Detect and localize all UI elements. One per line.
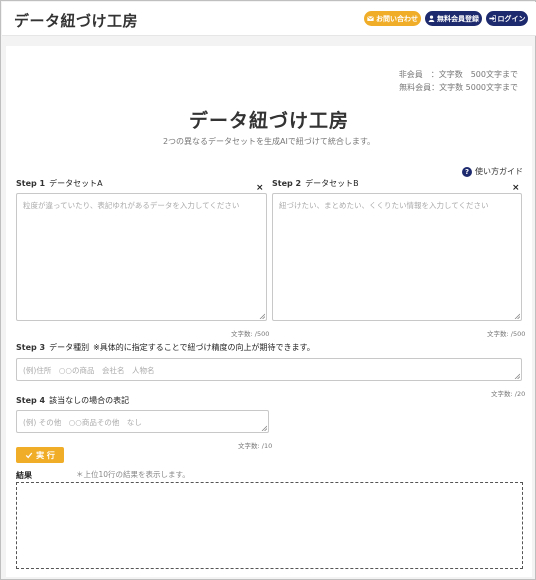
page-frame: データ紐づけ工房 お問い合わせ 無料会員登録 ログイン 非会員 ：文字数 500… — [0, 0, 536, 580]
resize-handle-icon[interactable] — [514, 373, 520, 379]
dataset-a-char-count: 文字数: /500 — [231, 330, 270, 338]
resize-handle-icon[interactable] — [261, 425, 267, 431]
step1-label: データセットA — [49, 179, 103, 188]
dataset-a-textarea[interactable]: 粒度が違っていたり、表記ゆれがあるデータを入力してください — [16, 193, 267, 321]
register-label: 無料会員登録 — [437, 14, 479, 23]
page-subtitle: 2つの異なるデータセットを生成AIで紐づけて統合します。 — [162, 137, 376, 146]
limit-free-member: 無料会員：文字数 5000文字まで — [399, 83, 518, 92]
dataset-b-placeholder: 紐づけたい、まとめたい、くくりたい情報を入力してください — [279, 201, 489, 210]
step2-number: Step 2 — [272, 179, 302, 188]
no-match-label-input[interactable]: (例) その他 ○○商品その他 なし — [16, 410, 269, 433]
top-bar: データ紐づけ工房 お問い合わせ 無料会員登録 ログイン — [2, 2, 536, 36]
contact-button[interactable]: お問い合わせ — [364, 11, 421, 26]
user-icon — [428, 15, 435, 22]
usage-guide-link[interactable]: ? 使い方ガイド — [462, 166, 523, 177]
run-button[interactable]: 実 行 — [16, 447, 64, 463]
contact-label: お問い合わせ — [376, 14, 418, 23]
character-limits: 非会員 ：文字数 500文字まで 無料会員：文字数 5000文字まで — [399, 68, 518, 94]
usage-guide-label: 使い方ガイド — [475, 167, 523, 176]
step4-label: 該当なしの場合の表記 — [49, 396, 130, 405]
check-icon — [25, 452, 33, 459]
dataset-b-textarea[interactable]: 紐づけたい、まとめたい、くくりたい情報を入力してください — [272, 193, 522, 321]
step4-number: Step 4 — [16, 396, 46, 405]
data-type-placeholder: (例)住所 ○○の商品 会社名 人物名 — [23, 366, 155, 375]
step1-number: Step 1 — [16, 179, 46, 188]
main-panel: 非会員 ：文字数 500文字まで 無料会員：文字数 5000文字まで データ紐づ… — [6, 46, 532, 577]
run-label: 実 行 — [36, 450, 55, 460]
result-output — [16, 482, 523, 569]
step4-heading: Step 4 該当なしの場合の表記 — [16, 395, 129, 406]
step3-heading: Step 3 データ種別 ※具体的に指定することで紐づけ精度の向上が期待できます。 — [16, 342, 315, 353]
mail-icon — [367, 16, 374, 21]
result-note: ＊上位10行の結果を表示します。 — [76, 470, 190, 479]
step2-heading: Step 2 データセットB — [272, 178, 359, 189]
clear-dataset-a-button[interactable]: × — [256, 183, 264, 193]
step3-number: Step 3 — [16, 343, 46, 352]
login-button[interactable]: ログイン — [486, 11, 528, 26]
help-icon: ? — [462, 166, 472, 177]
data-type-input[interactable]: (例)住所 ○○の商品 会社名 人物名 — [16, 358, 522, 381]
dataset-b-char-count: 文字数: /500 — [487, 330, 526, 338]
resize-handle-icon[interactable] — [259, 313, 265, 319]
resize-handle-icon[interactable] — [514, 313, 520, 319]
step1-heading: Step 1 データセットA — [16, 178, 103, 189]
step2-label: データセットB — [305, 179, 359, 188]
step3-note: ※具体的に指定することで紐づけ精度の向上が期待できます。 — [93, 343, 315, 352]
site-title[interactable]: データ紐づけ工房 — [14, 10, 138, 31]
no-match-char-count: 文字数: /10 — [238, 442, 273, 450]
clear-dataset-b-button[interactable]: × — [512, 183, 520, 193]
page-title: データ紐づけ工房 — [188, 110, 349, 132]
result-heading: 結果 — [16, 471, 32, 480]
no-match-placeholder: (例) その他 ○○商品その他 なし — [23, 418, 142, 427]
login-label: ログイン — [497, 14, 526, 23]
register-button[interactable]: 無料会員登録 — [425, 11, 482, 26]
limit-non-member: 非会員 ：文字数 500文字まで — [398, 70, 518, 79]
dataset-a-placeholder: 粒度が違っていたり、表記ゆれがあるデータを入力してください — [23, 201, 240, 210]
step3-label: データ種別 — [49, 343, 90, 352]
data-type-char-count: 文字数: /20 — [491, 390, 526, 398]
sign-in-icon — [488, 15, 496, 22]
